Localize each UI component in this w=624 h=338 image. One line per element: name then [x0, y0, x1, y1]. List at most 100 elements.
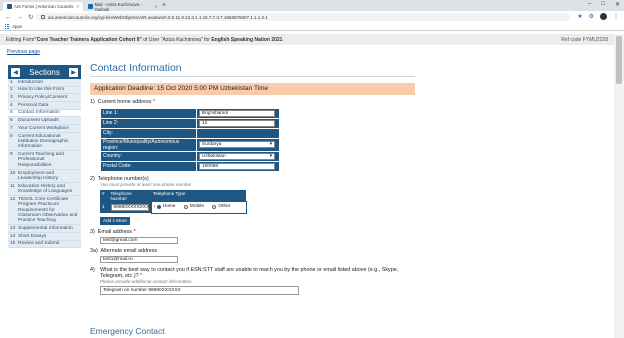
table-header-row: # Telephone Number Telephone Type: [100, 189, 247, 202]
scrollbar-thumb[interactable]: [616, 36, 622, 84]
phone-number-input[interactable]: 99890XXXXXXX: [110, 203, 149, 211]
other-contact-textarea[interactable]: Telegram on number 99890XXXXXX: [100, 285, 299, 295]
city-value: [196, 127, 280, 139]
form-title-prefix: Editing Form: [6, 36, 35, 43]
chevron-down-icon: ▾: [269, 142, 272, 148]
prev-section-icon[interactable]: ◀: [11, 67, 20, 77]
tab-outlook[interactable]: Mail - Aziza Kuchimova - Outlook ×: [84, 1, 161, 12]
star-icon[interactable]: ★: [577, 13, 582, 20]
minimize-icon[interactable]: –: [588, 1, 591, 8]
question-email: 3) Email address *: [90, 228, 136, 235]
address-bar[interactable]: ais.americancouncils.org/cgi-bin/WebObje…: [36, 13, 570, 21]
close-window-icon[interactable]: ✕: [615, 1, 620, 8]
phone-type-mobile-radio[interactable]: Mobile: [183, 204, 204, 209]
section-item[interactable]: 13 Supplemental Information: [8, 225, 81, 233]
province-label: Province/Municipality/Autonomous region:: [100, 137, 197, 152]
section-item[interactable]: 6 Document Uploads: [8, 117, 81, 126]
phone-type-group: * Home Mobile Other: [150, 201, 247, 214]
chevron-down-icon: ▾: [269, 153, 272, 159]
phone-type-other-radio[interactable]: Other: [212, 204, 230, 209]
toolbar-icons: ★ ⚙ ⋮: [577, 13, 619, 20]
country-label: Country:: [100, 150, 197, 162]
lock-icon: [41, 15, 45, 19]
section-item[interactable]: 12 TESOL Core Certificate Program Practic…: [8, 196, 81, 226]
section-item[interactable]: 9 Current Teaching and Professional Respo…: [8, 151, 81, 170]
emergency-contact-heading: Emergency Contact: [90, 326, 165, 336]
question-other-contact: 4) What is the best way to contact you i…: [90, 267, 415, 284]
next-section-icon[interactable]: ▶: [69, 67, 78, 77]
table-row: City:: [100, 127, 280, 139]
bookmarks-bar: Apps: [0, 23, 624, 31]
back-icon[interactable]: ←: [5, 14, 12, 21]
sections-list: 1 Introduction 2 How to Use this Form 3 Pri…: [8, 79, 81, 249]
section-item[interactable]: 11 Education History and Knowledge of Lan…: [8, 183, 81, 196]
of-user-label: of User: [141, 36, 161, 43]
country-select[interactable]: Uzbekistan ▾: [199, 152, 275, 160]
close-tab-icon[interactable]: ×: [154, 4, 157, 9]
postal-code-label: Postal Code:: [100, 160, 197, 172]
page-title: Contact Information: [90, 62, 182, 74]
for-label: for: [202, 36, 212, 43]
add-more-phone-button[interactable]: Add 1 More: [100, 216, 130, 225]
telephone-table: # Telephone Number Telephone Type 1* 998…: [100, 189, 247, 214]
tab-ais-forms[interactable]: AIS Forms | American Councils ×: [3, 2, 83, 11]
forward-icon[interactable]: →: [17, 14, 24, 21]
section-item[interactable]: 15 Review and Submit: [8, 241, 81, 249]
maximize-icon[interactable]: □: [601, 1, 605, 8]
sections-sidebar: ◀ Sections ▶ 1 Introduction 2 How to Use t…: [8, 65, 81, 249]
tab-label: Mail - Aziza Kuchimova - Outlook: [94, 1, 142, 12]
form-name: "Core Teacher Trainers Application Cohor…: [34, 36, 142, 43]
address-line2-label: Line 2:: [100, 117, 197, 129]
question-telephone: 2) Telephone number(s) You must provide …: [90, 176, 415, 187]
required-marker: *: [152, 98, 156, 105]
window-controls: – □ ✕: [588, 1, 620, 8]
section-item[interactable]: 10 Employment and Leadership History: [8, 170, 81, 183]
extensions-icon[interactable]: ⚙: [589, 13, 594, 20]
question-alt-email: 3a) Alternate email address: [90, 247, 158, 254]
program-name: English Speaking Nation 2021: [211, 36, 283, 43]
section-item[interactable]: 7 Your Current Workplace: [8, 125, 81, 133]
main-content: Contact Information Application Deadline…: [90, 62, 415, 295]
browser-toolbar: ← → ↻ ais.americancouncils.org/cgi-bin/W…: [0, 11, 624, 23]
alt-email-field[interactable]: test1@mail.ru: [100, 255, 178, 263]
col-num-header: #: [100, 189, 109, 202]
telephone-hint: You must provide at least one phone numb…: [100, 181, 192, 187]
table-row: Line 2: 12: [100, 117, 280, 129]
reload-icon[interactable]: ↻: [28, 13, 33, 21]
col-number-header: Telephone Number: [108, 189, 152, 202]
radio-unchecked-icon: [183, 204, 188, 209]
table-row: Line 1: Bog'ishamol: [100, 107, 280, 119]
favicon-icon: [7, 4, 12, 9]
section-item[interactable]: 1 Introduction: [8, 79, 81, 87]
postal-code-input[interactable]: 100098: [199, 162, 275, 170]
tab-label: AIS Forms | American Councils: [14, 4, 74, 9]
ref-code: Ref code FYMU2228: [561, 36, 608, 43]
section-item[interactable]: 14 Short Essays: [8, 233, 81, 241]
section-item[interactable]: 2 How to Use this Form: [8, 87, 81, 95]
avatar[interactable]: [600, 13, 607, 20]
address-line1-label: Line 1:: [100, 107, 197, 119]
new-tab-button[interactable]: +: [162, 2, 166, 9]
section-item[interactable]: 3 Privacy Policy/Consent: [8, 94, 81, 103]
form-header-bar: Editing Form "Core Teacher Trainers Appl…: [0, 34, 614, 45]
section-item[interactable]: 4 Personal Data: [8, 102, 81, 110]
table-row: Province/Municipality/Autonomous region:…: [100, 137, 280, 152]
apps-label[interactable]: Apps: [12, 24, 22, 29]
user-name: "Aziza Kuchimova": [160, 36, 203, 43]
radio-checked-icon: [156, 204, 161, 209]
page-scrollbar[interactable]: [614, 34, 624, 338]
col-type-header: Telephone Type: [151, 189, 247, 202]
menu-icon[interactable]: ⋮: [613, 13, 619, 20]
table-row: Country: Uzbekistan ▾: [100, 150, 280, 162]
previous-page-link[interactable]: Previous page: [7, 49, 40, 55]
phone-type-home-radio[interactable]: Home: [156, 204, 176, 209]
address-table: Line 1: Bog'ishamol Line 2: 12 City: Pro…: [100, 107, 280, 172]
section-item[interactable]: 8 Current Educational Institution Demogra…: [8, 133, 81, 152]
close-tab-icon[interactable]: ×: [76, 4, 79, 9]
apps-icon[interactable]: [5, 24, 10, 29]
address-line2-input[interactable]: 12: [199, 119, 275, 127]
email-field[interactable]: test@gmail.com: [100, 236, 178, 244]
section-item-current[interactable]: 5 Contact Information: [8, 109, 81, 118]
province-select[interactable]: Surdarya ▾: [199, 141, 275, 149]
address-line1-input[interactable]: Bog'ishamol: [199, 109, 275, 117]
